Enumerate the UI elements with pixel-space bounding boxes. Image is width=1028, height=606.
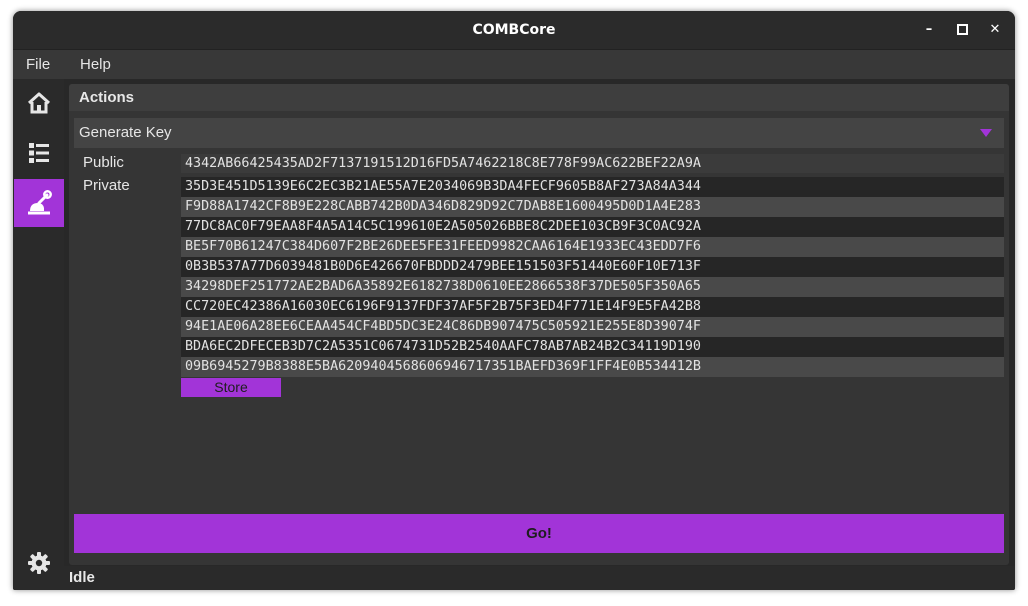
public-key-field[interactable]: 4342AB66425435AD2F7137191512D16FD5A74622… (181, 154, 1004, 173)
maximize-icon (956, 24, 968, 35)
menu-bar: File Help (13, 50, 1015, 79)
private-key-line: F9D88A1742CF8B9E228CABB742B0DA346D829D92… (181, 197, 1004, 217)
tools-icon (28, 190, 52, 215)
sidebar-item-list[interactable] (14, 129, 64, 177)
panel-title: Actions (79, 89, 135, 106)
action-select-value: Generate Key (79, 124, 172, 141)
private-key-line: CC720EC42386A16030EC6196F9137FDF37AF5F2B… (181, 297, 1004, 317)
list-icon (29, 143, 49, 163)
sidebar-item-home[interactable] (14, 79, 64, 127)
private-key-line: 09B6945279B8388E5BA620940456860694671735… (181, 357, 1004, 377)
private-label: Private (83, 177, 130, 194)
window-title: COMBCore (472, 22, 556, 38)
status-text: Idle (69, 569, 95, 586)
action-select[interactable]: Generate Key (74, 118, 1004, 148)
menu-file[interactable]: File (26, 50, 50, 79)
private-key-line: 0B3B537A77D6039481B0D6E426670FBDDD2479BE… (181, 257, 1004, 277)
status-bar: Idle (64, 566, 1015, 590)
sidebar (13, 79, 64, 590)
go-button[interactable]: Go! (74, 514, 1004, 553)
private-key-line: 77DC8AC0F79EAA8F4A5A14C5C199610E2A505026… (181, 217, 1004, 237)
close-button[interactable]: ✕ (985, 20, 1005, 40)
title-bar[interactable]: COMBCore – ✕ (13, 11, 1015, 50)
private-key-line: 34298DEF251772AE2BAD6A35892E6182738D0610… (181, 277, 1004, 297)
gear-icon (28, 552, 50, 574)
maximize-button[interactable] (952, 20, 972, 40)
panel-header: Actions (69, 84, 1009, 111)
private-key-line: BE5F70B61247C384D607F2BE26DEE5FE31FEED99… (181, 237, 1004, 257)
menu-help[interactable]: Help (80, 50, 111, 79)
actions-panel: Actions Generate Key Public 4342AB664254… (69, 84, 1009, 565)
dropdown-arrow-icon (980, 129, 992, 137)
settings-button[interactable] (14, 539, 64, 587)
public-label: Public (83, 154, 124, 171)
app-window: COMBCore – ✕ File Help Actions Generate … (13, 11, 1015, 590)
sidebar-item-tools[interactable] (14, 179, 64, 227)
home-icon (27, 92, 51, 114)
private-key-line: 94E1AE06A28EE6CEAA454CF4BD5DC3E24C86DB90… (181, 317, 1004, 337)
minimize-button[interactable]: – (919, 20, 939, 40)
store-button[interactable]: Store (181, 378, 281, 397)
private-key-line: 35D3E451D5139E6C2EC3B21AE55A7E2034069B3D… (181, 177, 1004, 197)
main-content: Actions Generate Key Public 4342AB664254… (64, 79, 1015, 566)
private-key-line: BDA6EC2DFECEB3D7C2A5351C0674731D52B2540A… (181, 337, 1004, 357)
